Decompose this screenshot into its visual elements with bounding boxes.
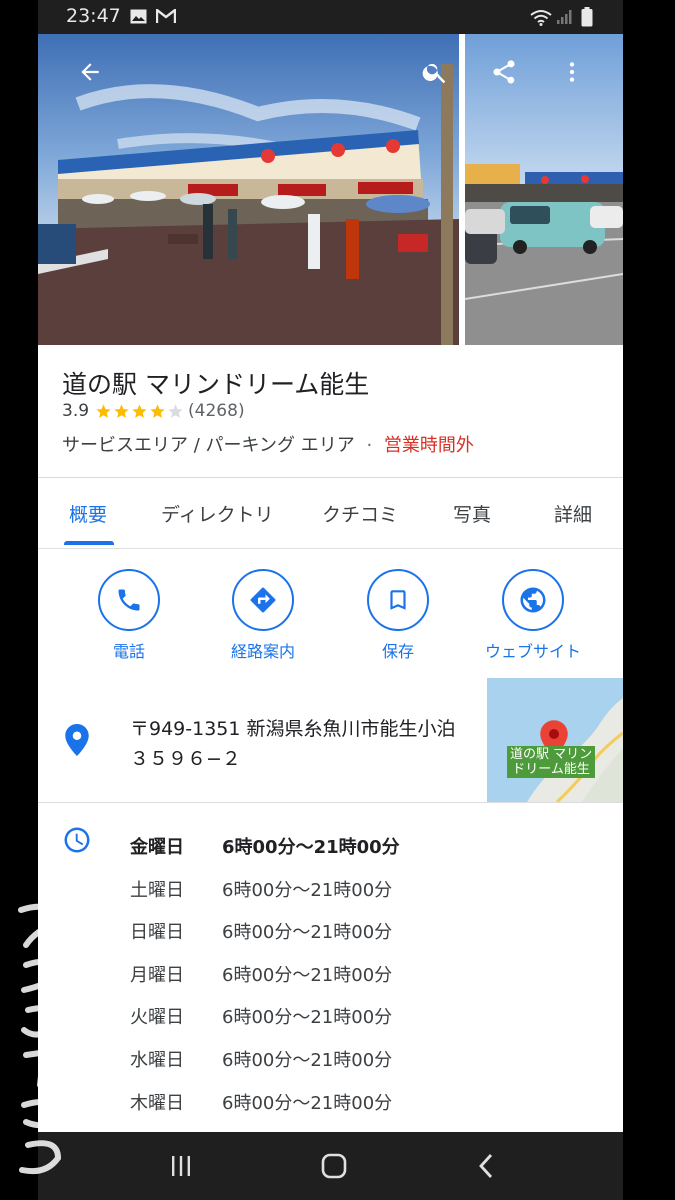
place-tabs: 概要 ディレクトリ クチコミ 写真 詳細 bbox=[38, 478, 623, 549]
tab-details[interactable]: 詳細 bbox=[554, 500, 592, 527]
directions-icon bbox=[250, 587, 276, 613]
star-filled-icon bbox=[114, 403, 129, 418]
call-button-circle bbox=[98, 569, 160, 631]
address-text: 〒949-1351 新潟県糸魚川市能生小泊３５９６−２ bbox=[130, 718, 456, 770]
save-label: 保存 bbox=[381, 642, 414, 661]
phone-icon bbox=[118, 589, 140, 611]
gallery-icon bbox=[130, 9, 147, 28]
save-button[interactable]: 保存 bbox=[333, 569, 463, 662]
tab-overview[interactable]: 概要 bbox=[69, 500, 107, 527]
search-button[interactable] bbox=[415, 52, 455, 92]
hours-row-sunday: 日曜日 6時00分～21時00分 bbox=[130, 918, 392, 944]
watermark-logo bbox=[6, 890, 76, 1190]
wifi-icon bbox=[530, 9, 552, 30]
opening-hours[interactable]: 金曜日 6時00分～21時00分 土曜日 6時00分～21時00分 日曜日 6時00分… bbox=[38, 803, 623, 1133]
hours-day: 土曜日 bbox=[130, 880, 184, 901]
hours-row-saturday: 土曜日 6時00分～21時00分 bbox=[130, 876, 392, 902]
recent-apps-icon bbox=[172, 1156, 190, 1176]
gmail-icon bbox=[155, 7, 177, 28]
call-label: 電話 bbox=[112, 642, 145, 661]
tab-photos[interactable]: 写真 bbox=[453, 500, 491, 527]
home-icon bbox=[321, 1153, 347, 1179]
star-filled-icon bbox=[150, 403, 165, 418]
website-label: ウェブサイト bbox=[484, 642, 581, 661]
hours-day: 火曜日 bbox=[130, 1007, 184, 1028]
map-label-line2: ドリーム能生 bbox=[512, 762, 590, 777]
more-options-button[interactable] bbox=[552, 52, 592, 92]
website-button[interactable]: ウェブサイト bbox=[468, 569, 598, 662]
map-place-label: 道の駅 マリン ドリーム能生 bbox=[507, 746, 596, 778]
star-filled-icon bbox=[96, 403, 111, 418]
hours-row-tuesday: 火曜日 6時00分～21時00分 bbox=[130, 1003, 392, 1029]
tab-directory[interactable]: ディレクトリ bbox=[161, 500, 274, 527]
signal-icon bbox=[556, 9, 572, 29]
hours-time: 6時00分～21時00分 bbox=[222, 1093, 393, 1114]
system-nav-bar bbox=[38, 1132, 623, 1200]
star-empty-icon bbox=[168, 403, 183, 418]
call-button[interactable]: 電話 bbox=[64, 569, 194, 662]
open-status: 営業時間外 bbox=[383, 435, 474, 456]
website-button-circle bbox=[502, 569, 564, 631]
arrow-back-icon bbox=[81, 63, 99, 81]
chevron-left-icon bbox=[479, 1154, 493, 1178]
directions-label: 経路案内 bbox=[230, 642, 295, 661]
action-buttons: 電話 経路案内 保存 ウェブサイト bbox=[38, 549, 623, 679]
more-vert-icon bbox=[569, 62, 575, 82]
hours-row-monday: 月曜日 6時00分～21時00分 bbox=[130, 961, 392, 987]
hours-day: 日曜日 bbox=[130, 922, 184, 943]
globe-icon bbox=[520, 587, 546, 613]
hours-time: 6時00分～21時00分 bbox=[222, 1007, 393, 1028]
active-tab-indicator bbox=[64, 541, 114, 545]
clock-icon bbox=[62, 825, 92, 859]
home-button[interactable] bbox=[314, 1150, 354, 1182]
category-row: サービスエリア / パーキング エリア · 営業時間外 bbox=[62, 431, 474, 457]
hours-day: 水曜日 bbox=[130, 1050, 184, 1071]
rating-stars bbox=[95, 403, 184, 420]
map-label-line1: 道の駅 マリン bbox=[510, 747, 593, 762]
mini-map[interactable]: 道の駅 マリン ドリーム能生 bbox=[487, 678, 623, 802]
back-button[interactable] bbox=[70, 52, 110, 92]
separator-dot: · bbox=[366, 435, 373, 456]
directions-button[interactable]: 経路案内 bbox=[198, 569, 328, 662]
hours-time: 6時00分～21時00分 bbox=[222, 922, 393, 943]
hours-row-thursday: 木曜日 6時00分～21時00分 bbox=[130, 1089, 392, 1115]
hours-time: 6時00分～21時00分 bbox=[222, 965, 393, 986]
rating-value: 3.9 bbox=[62, 401, 90, 421]
directions-button-circle bbox=[232, 569, 294, 631]
maps-place-screen: 23:47 道の駅 マリンドリーム能生 3.9 (4268) サービスエリア /… bbox=[38, 0, 623, 1200]
hours-row-friday: 金曜日 6時00分～21時00分 bbox=[130, 833, 400, 859]
review-count: (4268) bbox=[188, 401, 245, 421]
location-pin-icon bbox=[64, 724, 90, 760]
hours-day: 月曜日 bbox=[130, 965, 184, 986]
hours-time: 6時00分～21時00分 bbox=[222, 837, 400, 858]
place-category: サービスエリア / パーキング エリア bbox=[62, 435, 355, 456]
share-icon bbox=[493, 60, 515, 84]
battery-icon bbox=[581, 7, 593, 31]
tab-reviews[interactable]: クチコミ bbox=[322, 500, 398, 527]
hours-time: 6時00分～21時00分 bbox=[222, 880, 393, 901]
place-name: 道の駅 マリンドリーム能生 bbox=[62, 370, 370, 399]
status-bar: 23:47 bbox=[38, 0, 623, 34]
address-row[interactable]: 〒949-1351 新潟県糸魚川市能生小泊３５９６−２ 道の駅 マリン ドリーム… bbox=[38, 678, 623, 803]
recent-apps-button[interactable] bbox=[161, 1150, 201, 1182]
hours-row-wednesday: 水曜日 6時00分～21時00分 bbox=[130, 1046, 392, 1072]
rating-row[interactable]: 3.9 (4268) bbox=[62, 401, 245, 421]
hours-day: 木曜日 bbox=[130, 1093, 184, 1114]
system-back-button[interactable] bbox=[466, 1150, 506, 1182]
hours-day: 金曜日 bbox=[130, 837, 184, 858]
search-icon bbox=[422, 63, 446, 84]
bookmark-icon bbox=[390, 590, 406, 610]
save-button-circle bbox=[367, 569, 429, 631]
share-button[interactable] bbox=[484, 52, 524, 92]
status-time: 23:47 bbox=[66, 5, 121, 27]
place-header: 道の駅 マリンドリーム能生 3.9 (4268) サービスエリア / パーキング… bbox=[38, 345, 623, 478]
hours-time: 6時00分～21時00分 bbox=[222, 1050, 393, 1071]
star-filled-icon bbox=[132, 403, 147, 418]
